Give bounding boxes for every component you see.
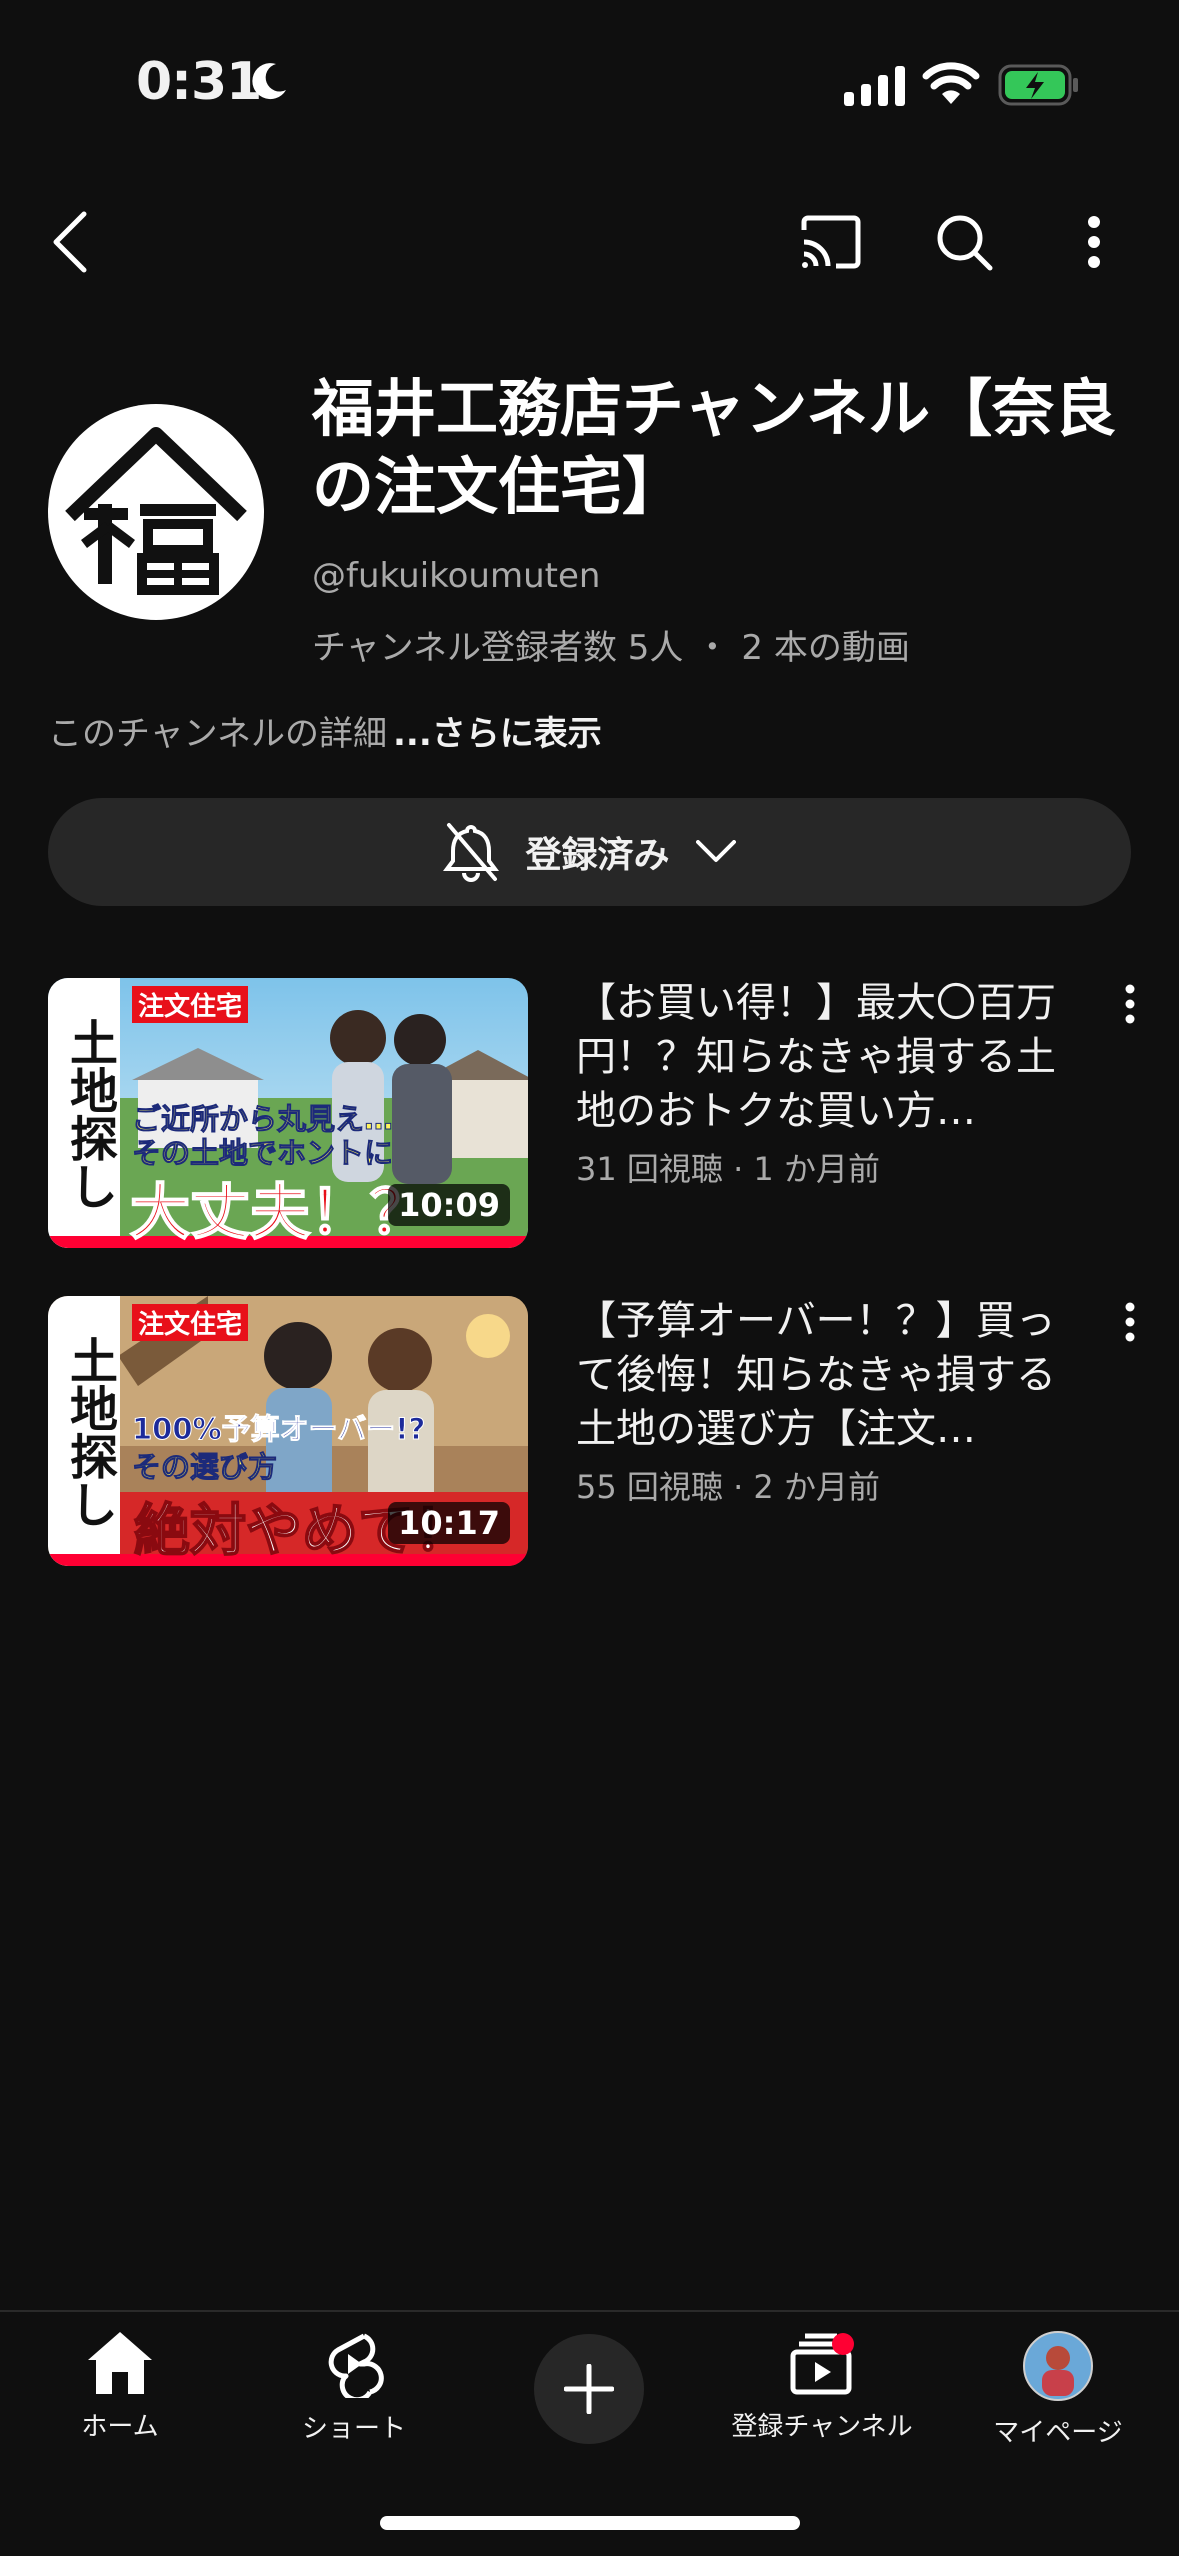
view-count: 31 回視聴 [576, 1150, 723, 1188]
thumbnail-side-text: 土地探し [61, 1018, 117, 1210]
subscriptions-icon [790, 2333, 854, 2395]
nav-shorts-label: ショート [301, 2414, 406, 2444]
home-indicator [380, 2516, 800, 2530]
nav-subscriptions[interactable]: 登録チャンネル [712, 2330, 932, 2443]
channel-title: 福井工務店チャンネル【奈良の注文住宅】 [312, 372, 1117, 523]
show-more-link[interactable]: ...さらに表示 [393, 714, 602, 754]
channel-description[interactable]: このチャンネルの詳細 ...さらに表示 [48, 706, 602, 755]
moon-icon [252, 63, 286, 100]
video-title[interactable]: 【予算オーバー！？】買って後悔！知らなきゃ損する土地の選び方【注文… [576, 1294, 1076, 1456]
cellular-signal-icon [844, 66, 905, 106]
nav-home-label: ホーム [81, 2412, 159, 2442]
channel-logo-icon [65, 427, 247, 595]
video-meta: 31 回視聴 · 1 か月前 [576, 1150, 880, 1188]
video-meta: 55 回視聴 · 2 か月前 [576, 1468, 880, 1506]
channel-handle: @fukuikoumuten [312, 556, 601, 596]
stats-separator: ・ [695, 628, 730, 668]
search-icon [937, 215, 993, 271]
thumbnail-side-text: 土地探し [61, 1336, 117, 1528]
nav-shorts[interactable]: ショート [244, 2330, 464, 2445]
video-thumbnail[interactable]: 土地探し 注文住宅 ご近所から丸見え… その土地でホントに 大丈夫！？ 10:0… [48, 978, 528, 1248]
plus-icon [564, 2364, 614, 2414]
video-title[interactable]: 【お買い得！】最大〇百万円！？知らなきゃ損する土地のおトクな買い方… [576, 976, 1076, 1138]
profile-avatar-icon [1023, 2331, 1093, 2401]
chevron-down-icon [695, 840, 736, 862]
thumbnail-line1: 100%予算オーバー!? [131, 1412, 426, 1447]
video-count: 2 本の動画 [741, 628, 910, 668]
video-menu-button[interactable] [1110, 974, 1150, 1034]
home-icon [88, 2332, 152, 2394]
more-vertical-icon [1088, 216, 1100, 268]
channel-avatar[interactable] [48, 404, 264, 620]
cast-button[interactable] [788, 200, 872, 284]
video-duration: 10:17 [388, 1502, 510, 1544]
thumbnail-line2: その選び方 [131, 1450, 278, 1485]
nav-mypage-label: マイページ [993, 2418, 1123, 2448]
nav-home[interactable]: ホーム [10, 2330, 230, 2443]
chevron-left-icon [53, 211, 87, 273]
subscriber-count: チャンネル登録者数 5人 [312, 628, 684, 668]
battery-charging-icon [998, 64, 1078, 106]
subscribed-label: 登録済み [525, 835, 670, 876]
channel-stats: チャンネル登録者数 5人・ 2 本の動画 [312, 620, 910, 669]
view-count: 55 回視聴 [576, 1468, 723, 1506]
create-button[interactable] [534, 2334, 644, 2444]
more-options-button[interactable] [1052, 200, 1136, 284]
back-button[interactable] [28, 200, 112, 284]
upload-age: 1 か月前 [753, 1150, 880, 1188]
description-text: このチャンネルの詳細 [48, 714, 387, 754]
wifi-icon [922, 62, 980, 104]
more-vertical-icon [1125, 984, 1135, 1024]
video-thumbnail[interactable]: 土地探し 注文住宅 100%予算オーバー!? その選び方 絶対やめて！ 10:1… [48, 1296, 528, 1566]
subscribed-button[interactable]: 登録済み [48, 798, 1131, 906]
upload-age: 2 か月前 [753, 1468, 880, 1506]
thumbnail-big-text: 大丈夫！？ [129, 1177, 431, 1248]
more-vertical-icon [1125, 1302, 1135, 1342]
cast-icon [801, 215, 861, 269]
status-time: 0:31 [136, 52, 262, 112]
thumbnail-tag: 注文住宅 [132, 986, 249, 1023]
video-menu-button[interactable] [1110, 1292, 1150, 1352]
video-duration: 10:09 [388, 1184, 510, 1226]
nav-subscriptions-label: 登録チャンネル [731, 2412, 913, 2442]
search-button[interactable] [922, 200, 1006, 284]
shorts-icon [328, 2333, 384, 2398]
thumbnail-tag: 注文住宅 [132, 1304, 249, 1341]
notification-dot [832, 2333, 854, 2355]
nav-mypage[interactable]: マイページ [948, 2330, 1168, 2449]
bell-off-icon [443, 823, 500, 882]
